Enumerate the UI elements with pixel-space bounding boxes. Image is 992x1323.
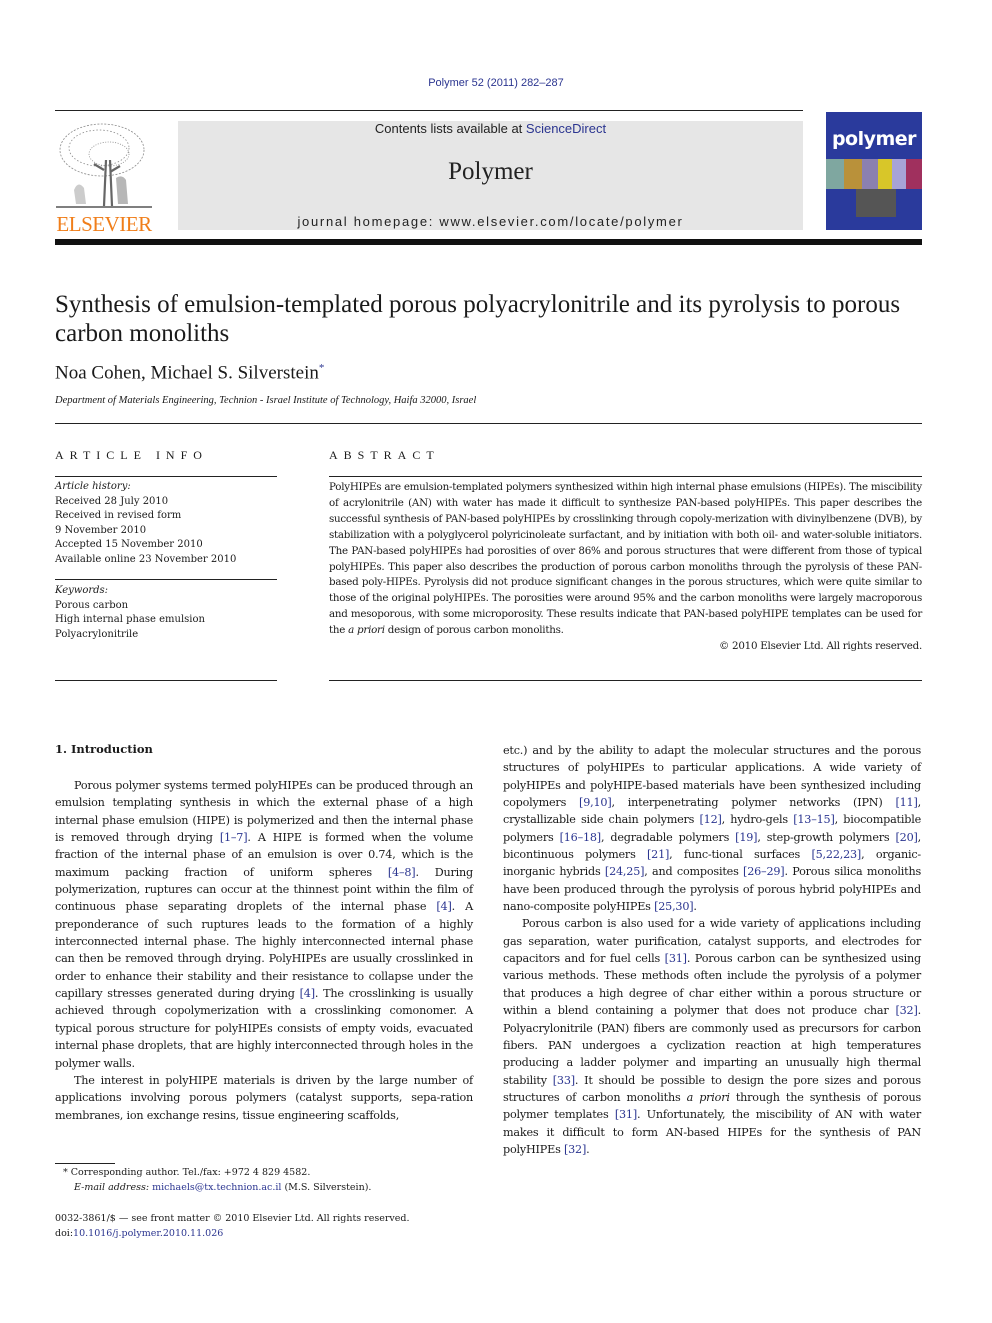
keywords-label: Keywords:: [55, 585, 109, 596]
citation-link[interactable]: [20]: [896, 831, 918, 844]
authors: Noa Cohen, Michael S. Silverstein: [55, 362, 319, 384]
journal-title: Polymer: [448, 158, 533, 185]
citation-link[interactable]: [12]: [700, 813, 722, 826]
citation-link[interactable]: [31]: [615, 1108, 637, 1121]
divider: [55, 579, 277, 580]
sciencedirect-link[interactable]: ScienceDirect: [526, 121, 606, 136]
abstract-italic: a priori: [348, 624, 385, 637]
email-suffix: (M.S. Silverstein).: [281, 1182, 372, 1193]
doi-line: doi:10.1016/j.polymer.2010.11.026: [55, 1226, 409, 1241]
divider: [55, 476, 277, 477]
history-item: Available online 23 November 2010: [55, 553, 237, 565]
history-item: Received 28 July 2010: [55, 495, 169, 507]
article-info-heading: ARTICLE INFO: [55, 448, 208, 462]
issn-line: 0032-3861/$ — see front matter © 2010 El…: [55, 1213, 410, 1224]
footnote-rule: [55, 1163, 115, 1164]
elsevier-logo[interactable]: ELSEVIER: [54, 120, 154, 236]
affiliation: Department of Materials Engineering, Tec…: [55, 395, 477, 406]
citation-link[interactable]: [32]: [564, 1143, 586, 1156]
cover-image-tile: [892, 159, 906, 189]
divider: [55, 680, 277, 681]
email-link[interactable]: michaels@tx.technion.ac.il: [152, 1182, 281, 1193]
history-item: Accepted 15 November 2010: [55, 539, 203, 550]
citation-link[interactable]: [13–15]: [793, 813, 835, 826]
citation-link[interactable]: [5,22,23]: [811, 848, 861, 861]
abstract-text: PolyHIPEs are emulsion-templated polymer…: [329, 480, 922, 655]
intro-paragraph: Porous carbon is also used for a wide va…: [503, 917, 921, 1156]
keyword: High internal phase emulsion: [55, 614, 205, 625]
elsevier-tree-icon: [56, 123, 152, 208]
cover-image-tile: [844, 159, 862, 189]
abstract-body-end: design of porous carbon monoliths.: [384, 624, 564, 637]
citation-link[interactable]: [11]: [895, 796, 917, 809]
contents-prefix: Contents lists available at: [374, 121, 526, 136]
citation-link[interactable]: [19]: [735, 831, 757, 844]
section-heading-introduction: 1. Introduction: [55, 742, 153, 756]
citation-link[interactable]: [9,10]: [579, 796, 612, 809]
divider: [55, 423, 922, 424]
article-title: Synthesis of emulsion-templated porous p…: [55, 291, 901, 347]
keyword: Porous carbon: [55, 599, 129, 611]
header-rule: [55, 110, 803, 111]
cover-image-tile: [878, 159, 892, 189]
doi-prefix: doi:: [55, 1228, 74, 1239]
divider: [329, 680, 922, 681]
header-thick-rule: [55, 239, 922, 245]
author-list: Noa Cohen, Michael S. Silverstein*: [55, 362, 324, 384]
email-label: E-mail address:: [74, 1182, 153, 1193]
article-history: Article history: Received 28 July 2010 R…: [55, 480, 277, 567]
divider: [329, 476, 922, 477]
abstract-copyright: © 2010 Elsevier Ltd. All rights reserved…: [718, 640, 922, 653]
journal-reference[interactable]: Polymer 52 (2011) 282–287: [0, 77, 992, 89]
citation-link[interactable]: [1–7]: [220, 831, 248, 844]
citation-link[interactable]: [26–29]: [743, 865, 785, 878]
citation-link[interactable]: [4]: [436, 900, 451, 913]
italic-text: a priori: [686, 1090, 730, 1104]
cover-image-tile: [906, 159, 922, 189]
abstract-heading: ABSTRACT: [329, 448, 440, 462]
corresponding-author-footnote: * Corresponding author. Tel./fax: +972 4…: [63, 1165, 371, 1195]
journal-cover-thumbnail[interactable]: polymer: [826, 112, 922, 230]
citation-link[interactable]: [31]: [665, 952, 687, 965]
abstract-body: PolyHIPEs are emulsion-templated polymer…: [329, 481, 922, 637]
cover-title: polymer: [831, 128, 917, 150]
history-item: 9 November 2010: [55, 524, 147, 536]
article-history-label: Article history:: [55, 481, 131, 492]
journal-homepage[interactable]: journal homepage: www.elsevier.com/locat…: [178, 214, 803, 229]
publication-footer: 0032-3861/$ — see front matter © 2010 El…: [55, 1211, 409, 1241]
intro-paragraph-continued: etc.) and by the ability to adapt the mo…: [503, 744, 922, 914]
intro-paragraph: The interest in polyHIPE materials is dr…: [55, 1073, 473, 1122]
citation-link[interactable]: [25,30]: [654, 900, 694, 913]
corresponding-author-mark[interactable]: *: [319, 362, 325, 374]
citation-link[interactable]: [32]: [895, 1004, 917, 1017]
body-column-left: Porous polymer systems termed polyHIPEs …: [55, 777, 473, 1124]
citation-link[interactable]: [24,25]: [605, 865, 645, 878]
doi-link[interactable]: 10.1016/j.polymer.2010.11.026: [73, 1228, 223, 1239]
citation-link[interactable]: [21]: [647, 848, 669, 861]
citation-link[interactable]: [16–18]: [560, 831, 602, 844]
citation-link[interactable]: [4]: [300, 987, 315, 1000]
history-item: Received in revised form: [55, 510, 182, 521]
email-line: E-mail address: michaels@tx.technion.ac.…: [63, 1180, 371, 1195]
cover-image-tile: [862, 159, 878, 189]
cover-image-tile: [826, 159, 844, 189]
elsevier-wordmark: ELSEVIER: [56, 212, 152, 236]
intro-paragraph: Porous polymer systems termed polyHIPEs …: [55, 779, 474, 1070]
contents-availability: Contents lists available at ScienceDirec…: [178, 121, 803, 136]
keyword: Polyacrylonitrile: [55, 628, 139, 640]
cover-image-tile: [856, 189, 896, 217]
corresponding-author-contact: * Corresponding author. Tel./fax: +972 4…: [63, 1167, 311, 1178]
body-column-right: etc.) and by the ability to adapt the mo…: [503, 742, 921, 1158]
citation-link[interactable]: [33]: [553, 1074, 575, 1087]
keywords: Keywords: Porous carbon High internal ph…: [55, 584, 277, 642]
citation-link[interactable]: [4–8]: [388, 866, 416, 879]
journal-banner: Contents lists available at ScienceDirec…: [178, 121, 803, 230]
